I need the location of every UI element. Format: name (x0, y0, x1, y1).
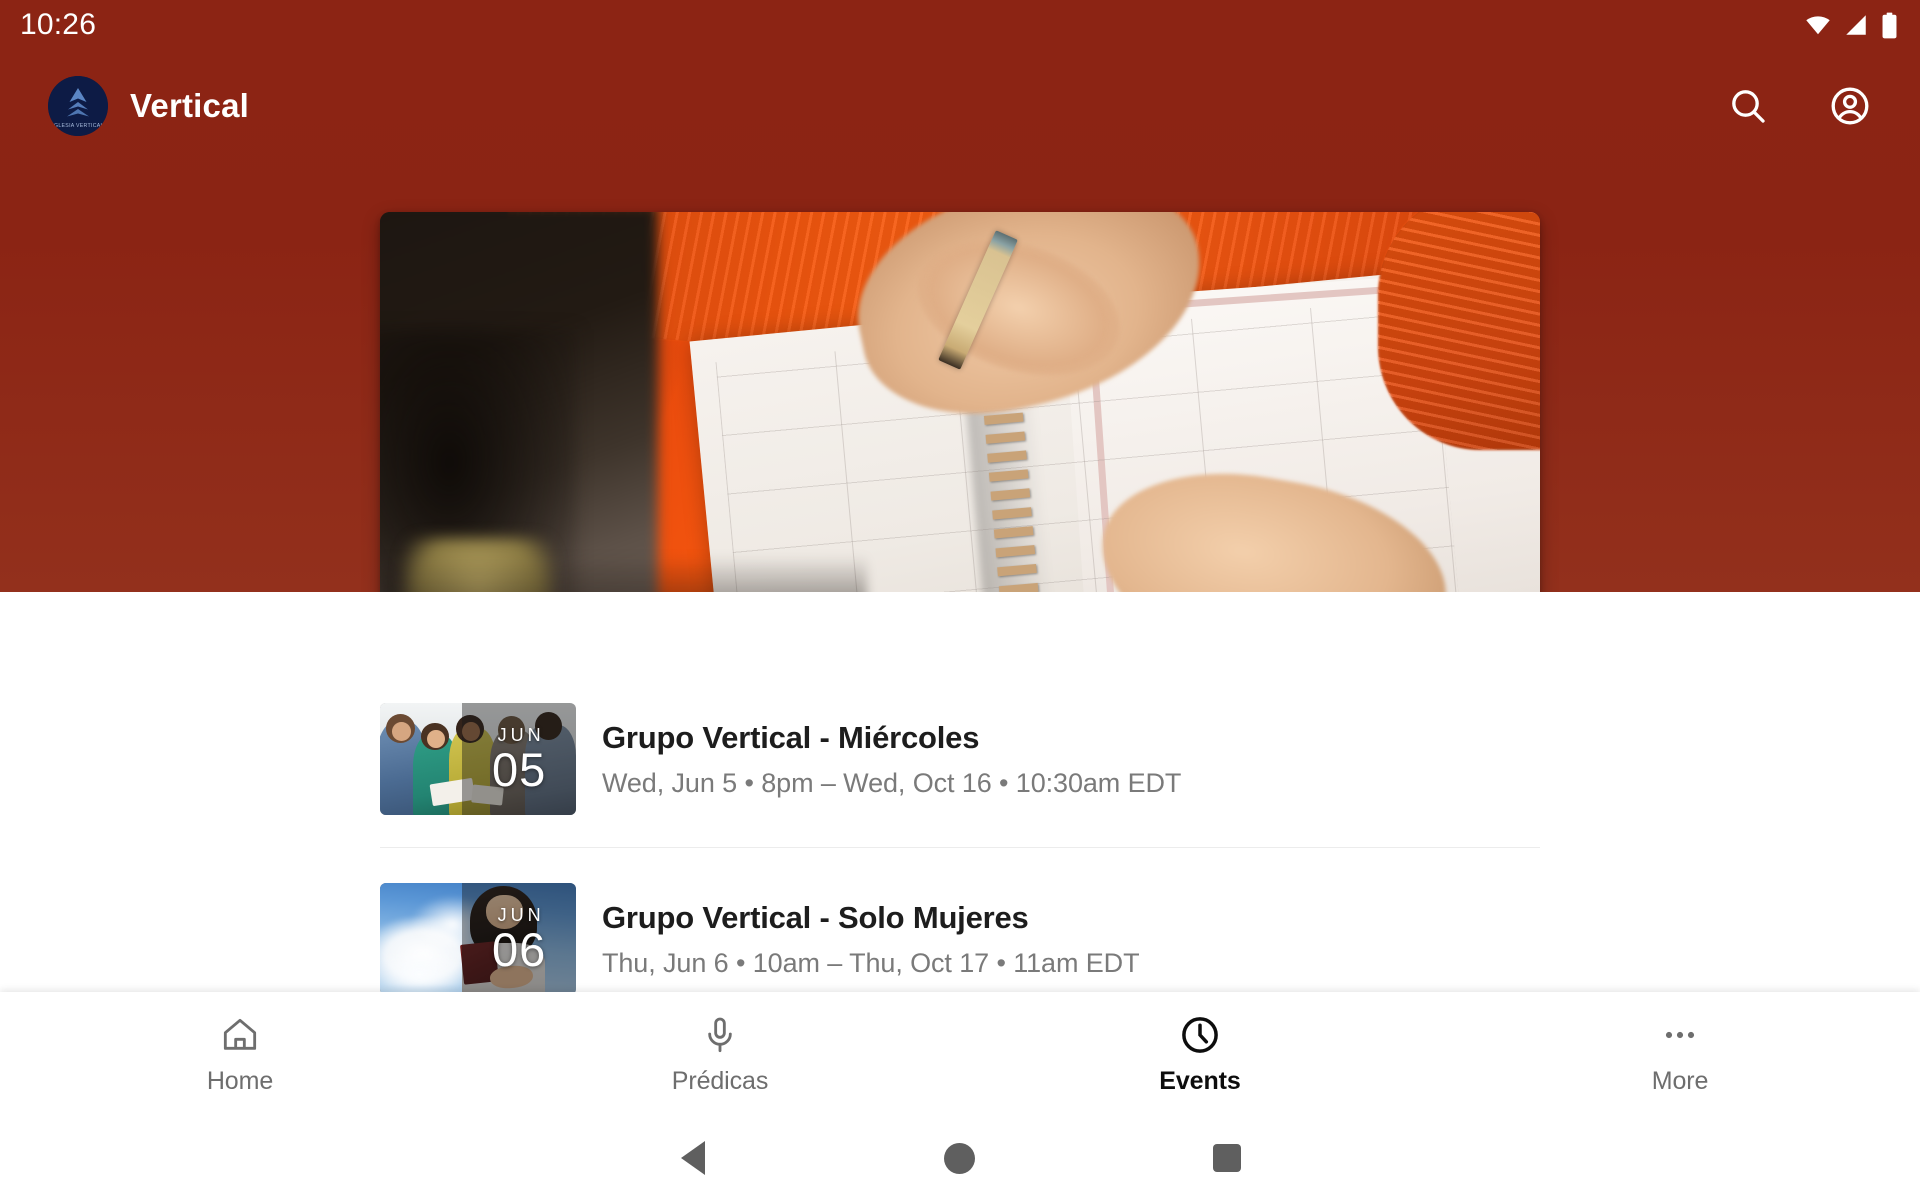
battery-icon (1882, 12, 1897, 38)
android-system-navigation (0, 1116, 1920, 1200)
events-list: JUN 05 Grupo Vertical - Miércoles Wed, J… (0, 592, 1920, 995)
event-title: Grupo Vertical - Solo Mujeres (602, 900, 1029, 936)
clock-icon (1179, 1013, 1221, 1057)
status-clock: 10:26 (20, 8, 97, 41)
event-text: Grupo Vertical - Miércoles Wed, Jun 5 • … (602, 719, 1181, 799)
home-button[interactable] (920, 1128, 1000, 1188)
app-title: Vertical (130, 87, 250, 124)
event-datetime: Thu, Jun 6 • 10am – Thu, Oct 17 • 11am E… (602, 947, 1140, 978)
tab-events-label: Events (1159, 1066, 1241, 1095)
app-bar-actions (1726, 84, 1882, 128)
tab-events[interactable]: Events (960, 992, 1440, 1116)
wifi-icon (1806, 16, 1830, 35)
event-datetime: Wed, Jun 5 • 8pm – Wed, Oct 16 • 10:30am… (602, 767, 1182, 798)
tab-more-label: More (1651, 1066, 1709, 1095)
app-root: 10:26 IGLESIA VERTICAL Vertical JUN 05 G… (0, 0, 1920, 1200)
event-text: Grupo Vertical - Solo Mujeres Thu, Jun 6… (602, 899, 1140, 979)
tab-predicas[interactable]: Prédicas (480, 992, 960, 1116)
tab-home[interactable]: Home (0, 992, 480, 1116)
event-title: Grupo Vertical - Miércoles (602, 720, 980, 756)
list-item[interactable]: JUN 05 Grupo Vertical - Miércoles Wed, J… (380, 684, 1540, 834)
event-day: 05 (492, 743, 547, 797)
home-icon (220, 1013, 260, 1057)
event-day: 06 (492, 923, 547, 977)
vertical-church-logo: IGLESIA VERTICAL (48, 76, 108, 136)
tab-more[interactable]: More (1440, 992, 1920, 1116)
app-bar: IGLESIA VERTICAL Vertical (0, 50, 1920, 162)
status-bar: 10:26 (0, 0, 1920, 50)
back-button[interactable] (653, 1128, 733, 1188)
event-thumbnail-small-group: JUN 05 (380, 703, 576, 815)
hero-image (380, 212, 1540, 630)
tab-predicas-label: Prédicas (671, 1066, 769, 1095)
event-date-badge: JUN 06 (462, 883, 576, 995)
list-divider (380, 847, 1540, 848)
event-date-badge: JUN 05 (462, 703, 576, 815)
cellular-signal-icon (1846, 15, 1866, 35)
status-bar-icons (1805, 12, 1898, 39)
microphone-icon (700, 1013, 740, 1057)
more-horizontal-icon (1660, 1013, 1700, 1057)
brand: IGLESIA VERTICAL Vertical (48, 76, 249, 136)
event-month: JUN (497, 905, 545, 926)
account-circle-icon[interactable] (1828, 84, 1872, 128)
recents-button[interactable] (1187, 1128, 1267, 1188)
svg-text:IGLESIA VERTICAL: IGLESIA VERTICAL (52, 123, 103, 129)
bottom-navigation-bar: Home Prédicas Events More (0, 992, 1920, 1116)
events-hero-banner[interactable] (380, 212, 1540, 630)
tab-home-label: Home (206, 1066, 274, 1095)
search-icon[interactable] (1726, 84, 1770, 128)
event-thumbnail-women-sky: JUN 06 (380, 883, 576, 995)
event-month: JUN (497, 725, 545, 746)
